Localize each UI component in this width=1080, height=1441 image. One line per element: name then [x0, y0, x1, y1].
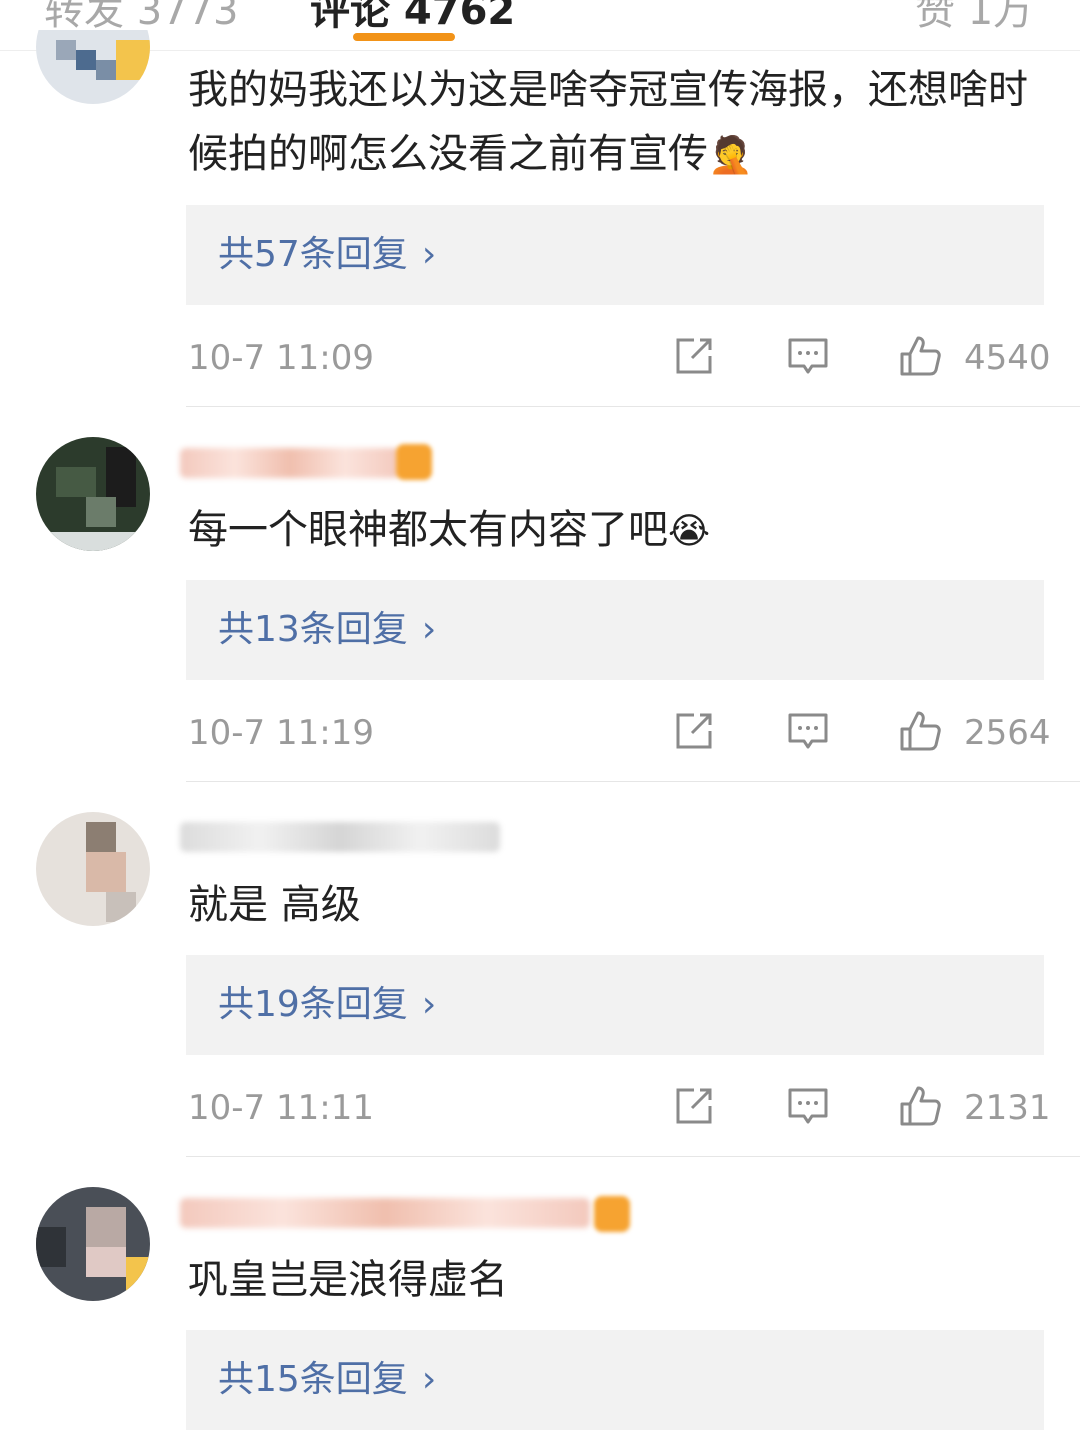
chevron-right-icon: › [421, 984, 437, 1025]
comment-meta: 10-7 11:19 2564 [188, 709, 1051, 759]
crying-emoji-icon: 😭 [668, 511, 711, 552]
tab-bar: 转发 3773 评论 4762 赞 1万 [0, 0, 1080, 51]
comment-icon[interactable] [786, 709, 830, 753]
sweat-emoji-icon: 🤦 [708, 135, 753, 176]
divider [186, 781, 1080, 782]
comment-icon[interactable] [786, 334, 830, 378]
chevron-right-icon: › [421, 609, 437, 650]
avatar[interactable] [36, 437, 150, 551]
comment-text: 巩皇岂是浪得虚名 [188, 1257, 508, 1303]
vip-badge-icon [396, 444, 432, 480]
username-blurred[interactable] [180, 822, 500, 852]
like-icon[interactable] [898, 709, 942, 753]
chevron-right-icon: › [421, 234, 437, 275]
reply-count-label: 共19条回复 [218, 984, 408, 1025]
username-blurred[interactable] [180, 1198, 590, 1228]
view-replies-link[interactable]: 共15条回复 › [218, 1356, 436, 1404]
like-count: 4540 [964, 338, 1051, 378]
reply-count-label: 共57条回复 [218, 234, 408, 275]
timestamp: 10-7 11:09 [188, 338, 374, 378]
divider [186, 406, 1080, 407]
reply-box[interactable]: 共19条回复 › [186, 955, 1044, 1055]
reply-box[interactable]: 共13条回复 › [186, 580, 1044, 680]
divider [186, 1156, 1080, 1157]
like-count: 2131 [964, 1088, 1051, 1128]
reply-box[interactable]: 共15条回复 › [186, 1330, 1044, 1430]
share-icon[interactable] [672, 334, 716, 378]
reply-count-label: 共15条回复 [218, 1359, 408, 1400]
timestamp: 10-7 11:11 [188, 1088, 374, 1128]
comment-meta: 10-7 11:09 4540 [188, 334, 1051, 384]
like-icon[interactable] [898, 334, 942, 378]
comment-text: 就是 高级 [188, 882, 361, 928]
avatar[interactable] [36, 1187, 150, 1301]
avatar[interactable] [36, 812, 150, 926]
comment-text: 我的妈我还以为这是啥夺冠宣传海报，还想啥时候拍的啊怎么没看之前有宣传🤦 [188, 67, 1028, 177]
username-blurred[interactable] [180, 448, 400, 478]
view-replies-link[interactable]: 共57条回复 › [218, 231, 436, 279]
reply-count-label: 共13条回复 [218, 609, 408, 650]
reply-box[interactable]: 共57条回复 › [186, 205, 1044, 305]
active-tab-indicator [353, 33, 455, 41]
avatar[interactable] [36, 0, 150, 104]
tab-likes[interactable]: 赞 1万 [915, 0, 1033, 36]
share-icon[interactable] [672, 1084, 716, 1128]
timestamp: 10-7 11:19 [188, 713, 374, 753]
view-replies-link[interactable]: 共13条回复 › [218, 606, 436, 654]
share-icon[interactable] [672, 709, 716, 753]
vip-badge-icon [594, 1196, 630, 1232]
comment-text: 每一个眼神都太有内容了吧😭 [188, 507, 711, 553]
tab-comments[interactable]: 评论 4762 [310, 0, 515, 36]
like-icon[interactable] [898, 1084, 942, 1128]
view-replies-link[interactable]: 共19条回复 › [218, 981, 436, 1029]
comment-icon[interactable] [786, 1084, 830, 1128]
chevron-right-icon: › [421, 1359, 437, 1400]
like-count: 2564 [964, 713, 1051, 753]
comment-meta: 10-7 11:11 2131 [188, 1084, 1051, 1134]
